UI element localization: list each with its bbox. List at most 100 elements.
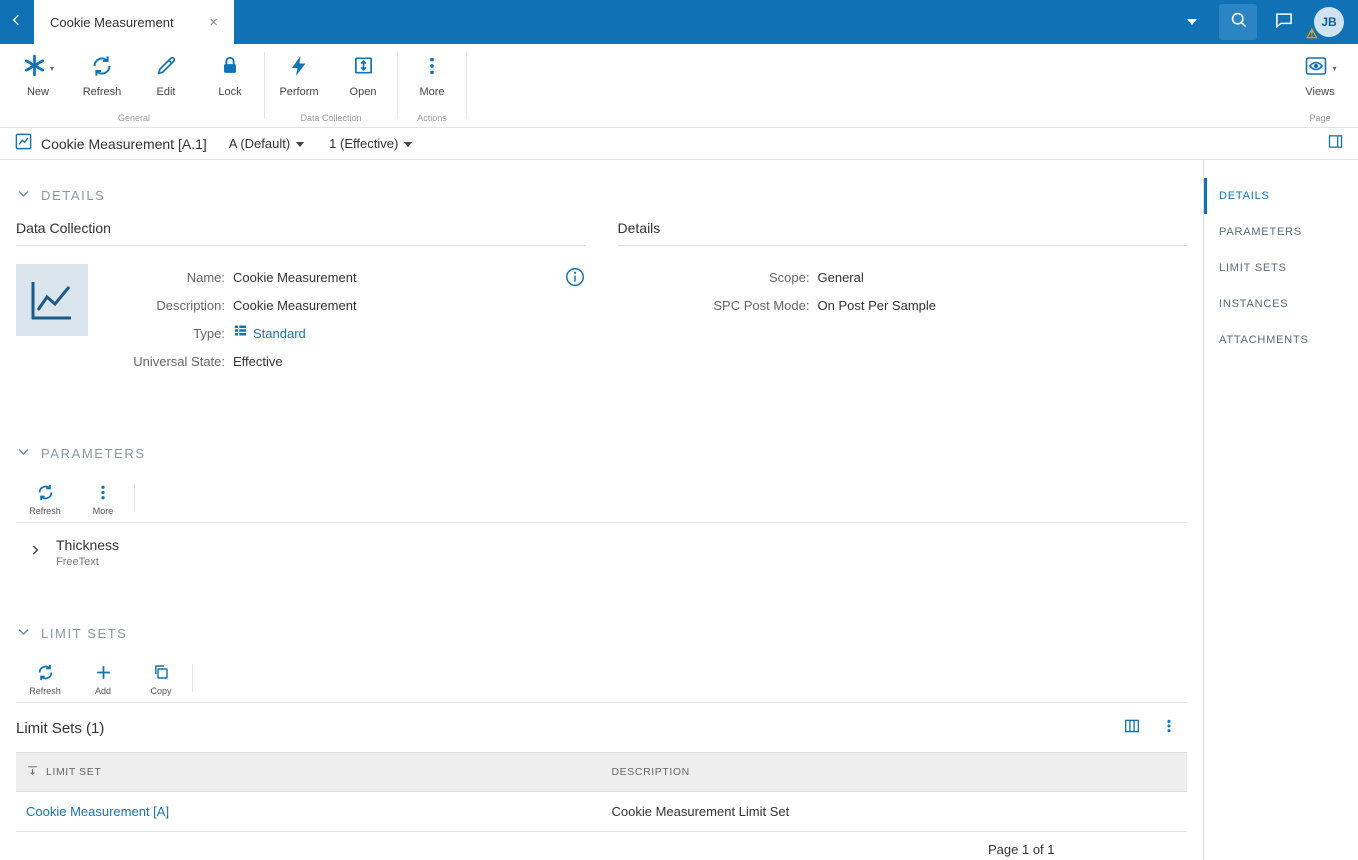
perform-button[interactable]: Perform bbox=[267, 44, 331, 113]
sidebar-item-attachments[interactable]: ATTACHMENTS bbox=[1204, 322, 1358, 358]
ribbon-separator bbox=[397, 52, 398, 119]
edit-pencil-icon bbox=[155, 54, 178, 82]
ribbon-group-label-page: Page bbox=[1309, 113, 1331, 123]
limit-set-description: Cookie Measurement Limit Set bbox=[601, 791, 1187, 832]
sort-icon bbox=[26, 764, 39, 780]
chevron-down-icon bbox=[16, 444, 31, 462]
tab-cookie-measurement[interactable]: Cookie Measurement × bbox=[34, 0, 234, 44]
sidebar-item-parameters[interactable]: PARAMETERS bbox=[1204, 214, 1358, 250]
kebab-icon bbox=[94, 480, 112, 504]
chevron-down-icon: ▾ bbox=[1332, 63, 1337, 73]
topbar-dropdown-button[interactable] bbox=[1170, 0, 1214, 44]
more-button[interactable]: More bbox=[400, 44, 464, 113]
parameters-more-button[interactable]: More bbox=[74, 480, 132, 516]
table-row[interactable]: Cookie Measurement [A] Cookie Measuremen… bbox=[16, 791, 1187, 832]
refresh-icon bbox=[90, 54, 114, 83]
top-bar: Cookie Measurement × JB ⚠ bbox=[0, 0, 1358, 44]
edit-button[interactable]: Edit bbox=[134, 44, 198, 113]
lock-button[interactable]: Lock bbox=[198, 44, 262, 113]
user-avatar[interactable]: JB ⚠ bbox=[1306, 7, 1344, 41]
section-nav-sidebar: DETAILS PARAMETERS LIMIT SETS INSTANCES … bbox=[1203, 160, 1358, 860]
limit-sets-list-header: Limit Sets (1) bbox=[16, 703, 1187, 752]
ribbon-separator bbox=[466, 52, 467, 119]
limit-sets-refresh-button[interactable]: Refresh bbox=[16, 660, 74, 696]
limit-set-link[interactable]: Cookie Measurement [A] bbox=[26, 804, 169, 819]
toolbar-separator bbox=[192, 664, 193, 692]
column-header-limit-set[interactable]: LIMIT SET bbox=[16, 752, 602, 792]
back-button[interactable] bbox=[0, 0, 34, 44]
warning-icon: ⚠ bbox=[1306, 26, 1318, 41]
views-button[interactable]: ▾ Views bbox=[1288, 44, 1352, 113]
ribbon-separator bbox=[264, 52, 265, 119]
ribbon-group-label-general: General bbox=[117, 113, 151, 123]
list-more-button[interactable] bbox=[1151, 717, 1187, 740]
panel-title: Data Collection bbox=[16, 220, 586, 246]
new-button[interactable]: ▾ New bbox=[6, 44, 70, 113]
kebab-icon bbox=[1161, 717, 1177, 740]
lightning-icon bbox=[287, 53, 311, 84]
entity-title: Cookie Measurement [A.1] bbox=[41, 135, 207, 152]
open-button[interactable]: Open bbox=[331, 44, 395, 113]
tab-close-icon[interactable]: × bbox=[203, 12, 224, 33]
column-header-description[interactable]: DESCRIPTION bbox=[601, 752, 1187, 792]
lock-icon bbox=[219, 54, 241, 83]
entity-thumbnail bbox=[16, 264, 88, 336]
ribbon-group-label-data-collection: Data Collection bbox=[300, 113, 362, 123]
info-icon bbox=[564, 268, 586, 292]
parameter-type: FreeText bbox=[56, 556, 99, 568]
limit-sets-add-button[interactable]: Add bbox=[74, 660, 132, 696]
kebab-icon bbox=[421, 54, 443, 83]
state-dropdown[interactable]: 1 (Effective) bbox=[329, 136, 413, 151]
columns-icon bbox=[1123, 717, 1141, 740]
main-panel: DETAILS Data Collection Name: Cookie Mea… bbox=[0, 160, 1203, 860]
chat-icon bbox=[1274, 10, 1294, 35]
eye-icon bbox=[1303, 54, 1329, 83]
avatar-initials: JB bbox=[1321, 15, 1337, 29]
type-link[interactable]: Standard bbox=[253, 320, 306, 348]
side-panel-toggle-button[interactable] bbox=[1327, 133, 1344, 155]
field-name: Name: Cookie Measurement bbox=[186, 270, 357, 285]
ribbon-toolbar: ▾ New Refresh Edit Lock General Perform … bbox=[0, 44, 1358, 128]
copy-icon bbox=[152, 660, 170, 684]
section-header-limit-sets[interactable]: LIMIT SETS bbox=[16, 624, 1187, 642]
field-description: Description: Cookie Measurement bbox=[156, 298, 357, 313]
ribbon-group-actions: More Actions bbox=[400, 44, 464, 127]
limit-sets-copy-button[interactable]: Copy bbox=[132, 660, 190, 696]
refresh-button[interactable]: Refresh bbox=[70, 44, 134, 113]
ribbon-group-general: ▾ New Refresh Edit Lock General bbox=[6, 44, 262, 127]
chevron-down-icon bbox=[403, 136, 413, 151]
data-collection-panel: Data Collection Name: Cookie Measurement… bbox=[16, 220, 586, 376]
new-asterisk-icon bbox=[22, 53, 47, 83]
ribbon-group-page: ▾ Views Page bbox=[1288, 44, 1352, 127]
standard-type-icon bbox=[233, 320, 248, 348]
breadcrumb: Cookie Measurement [A.1] A (Default) 1 (… bbox=[0, 128, 1358, 160]
toolbar-separator bbox=[134, 484, 135, 512]
field-universal-state: Universal State: Effective bbox=[133, 354, 283, 369]
sidebar-item-details[interactable]: DETAILS bbox=[1204, 178, 1358, 214]
table-header-row: LIMIT SET DESCRIPTION bbox=[16, 752, 1187, 792]
details-panel: Details Scope: General SPC Post Mode: On… bbox=[617, 220, 1187, 376]
section-header-details[interactable]: DETAILS bbox=[16, 186, 1187, 204]
limit-sets-toolbar: Refresh Add Copy bbox=[16, 652, 1187, 703]
field-scope: Scope: General bbox=[769, 270, 864, 285]
chat-button[interactable] bbox=[1262, 0, 1306, 44]
sidebar-item-limit-sets[interactable]: LIMIT SETS bbox=[1204, 250, 1358, 286]
column-options-button[interactable] bbox=[1113, 717, 1151, 740]
field-type: Type: Standard bbox=[100, 320, 556, 348]
section-header-parameters[interactable]: PARAMETERS bbox=[16, 444, 1187, 462]
search-button[interactable] bbox=[1219, 4, 1257, 40]
refresh-icon bbox=[36, 660, 55, 684]
chevron-down-icon: ▾ bbox=[49, 63, 54, 73]
parameter-row-thickness[interactable]: Thickness FreeText bbox=[16, 523, 1187, 580]
chart-icon bbox=[14, 132, 33, 156]
pagination-label: Page 1 of 1 bbox=[988, 842, 1055, 857]
limit-sets-table: LIMIT SET DESCRIPTION Cookie Measurement… bbox=[16, 752, 1187, 832]
field-spc-post-mode: SPC Post Mode: On Post Per Sample bbox=[713, 298, 936, 313]
sidebar-item-instances[interactable]: INSTANCES bbox=[1204, 286, 1358, 322]
info-button[interactable] bbox=[564, 266, 586, 376]
search-icon bbox=[1229, 10, 1248, 34]
version-dropdown[interactable]: A (Default) bbox=[229, 136, 305, 151]
chevron-right-icon[interactable] bbox=[28, 543, 42, 562]
parameters-refresh-button[interactable]: Refresh bbox=[16, 480, 74, 516]
chevron-down-icon bbox=[16, 186, 31, 204]
